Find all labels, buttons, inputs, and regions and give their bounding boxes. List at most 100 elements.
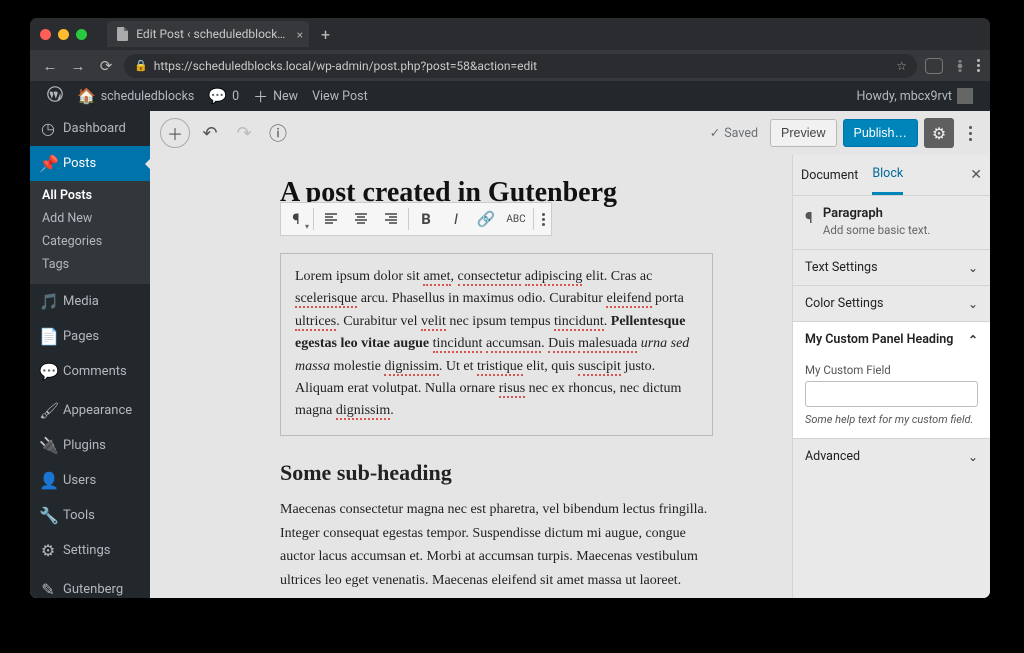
media-icon: 🎵: [39, 292, 57, 311]
back-button[interactable]: ←: [40, 57, 60, 75]
settings-icon: ⚙: [39, 541, 57, 560]
toggle-settings-button[interactable]: ⚙: [924, 118, 954, 148]
sidebar-item-label: Media: [63, 294, 99, 309]
panel-title: Advanced: [805, 449, 860, 464]
sidebar-submenu-posts: All Posts Add New Categories Tags: [30, 181, 150, 284]
sidebar-item-label: Appearance: [63, 403, 132, 418]
sidebar-subitem-tags[interactable]: Tags: [30, 253, 150, 276]
paragraph-icon: ¶: [805, 206, 813, 237]
heading-block[interactable]: Some sub-heading: [280, 460, 713, 486]
undo-button[interactable]: ↶: [196, 119, 224, 147]
forward-button[interactable]: →: [68, 57, 88, 75]
editor-topbar: ＋ ↶ ↷ ⓘ ✓ Saved Preview Publish… ⚙: [150, 111, 990, 155]
redo-button[interactable]: ↷: [230, 119, 258, 147]
align-center-button[interactable]: [346, 204, 376, 234]
dashboard-icon: ◷: [39, 119, 57, 138]
add-block-button[interactable]: ＋: [160, 118, 190, 148]
sidebar-item-tools[interactable]: 🔧Tools: [30, 498, 150, 533]
sidebar-subitem-categories[interactable]: Categories: [30, 230, 150, 253]
saved-label: Saved: [724, 126, 758, 141]
inspector-tabs: Document Block ✕: [793, 155, 990, 196]
sidebar-item-label: Gutenberg: [63, 582, 123, 597]
block-more-menu[interactable]: [536, 213, 551, 226]
panel-custom: My Custom Panel Heading ⌃ My Custom Fiel…: [793, 321, 990, 438]
sidebar-item-settings[interactable]: ⚙Settings: [30, 533, 150, 568]
block-inspector: Document Block ✕ ¶ Paragraph Add some ba…: [792, 155, 990, 598]
site-name-menu[interactable]: 🏠 scheduledblocks: [70, 81, 201, 111]
bold-button[interactable]: B: [411, 204, 441, 234]
panel-text-settings[interactable]: Text Settings ⌄: [793, 249, 990, 285]
plus-icon: ＋: [253, 86, 268, 107]
block-type-switcher[interactable]: ¶: [281, 204, 311, 234]
new-content-menu[interactable]: ＋ New: [246, 81, 305, 111]
tab-block[interactable]: Block: [872, 155, 903, 195]
extension-badge[interactable]: [925, 58, 943, 74]
panel-advanced[interactable]: Advanced ⌄: [793, 438, 990, 474]
sidebar-item-label: Users: [63, 473, 96, 488]
sidebar-item-gutenberg[interactable]: ✎Gutenberg: [30, 572, 150, 598]
view-post-label: View Post: [312, 89, 368, 104]
comments-icon: 💬: [39, 362, 57, 381]
panel-title: Color Settings: [805, 296, 883, 311]
sidebar-item-comments[interactable]: 💬Comments: [30, 354, 150, 389]
sidebar-subitem-add-new[interactable]: Add New: [30, 207, 150, 230]
chevron-down-icon: ⌄: [968, 450, 978, 464]
mac-zoom-dot[interactable]: [76, 29, 87, 40]
mac-close-dot[interactable]: [40, 29, 51, 40]
tools-icon: 🔧: [39, 506, 57, 525]
mac-window-controls[interactable]: [40, 29, 87, 40]
account-menu[interactable]: Howdy, mbcx9rvt: [849, 81, 980, 111]
align-left-button[interactable]: [316, 204, 346, 234]
close-inspector-button[interactable]: ✕: [970, 167, 982, 183]
sidebar-item-plugins[interactable]: 🔌 Plugins: [30, 428, 150, 463]
publish-button[interactable]: Publish…: [843, 119, 919, 147]
mac-minimize-dot[interactable]: [58, 29, 69, 40]
paywall-icon[interactable]: [953, 59, 967, 73]
site-name-label: scheduledblocks: [101, 89, 195, 104]
sidebar-item-users[interactable]: 👤 Users: [30, 463, 150, 498]
panel-custom-toggle[interactable]: My Custom Panel Heading ⌃: [793, 322, 990, 357]
sidebar-item-pages[interactable]: 📄Pages: [30, 319, 150, 354]
panel-color-settings[interactable]: Color Settings ⌄: [793, 285, 990, 321]
page-icon: 📄: [39, 327, 57, 346]
sidebar-item-posts[interactable]: 📌 Posts: [30, 146, 150, 181]
sidebar-item-label: Dashboard: [63, 121, 126, 136]
editor-canvas[interactable]: A post created in Gutenberg ¶: [150, 155, 790, 598]
link-button[interactable]: 🔗: [471, 204, 501, 234]
custom-field-input[interactable]: [805, 381, 978, 407]
editor-more-menu[interactable]: [960, 118, 980, 148]
chevron-up-icon: ⌃: [968, 333, 978, 347]
paragraph-block[interactable]: Maecenas consectetur magna nec est phare…: [280, 498, 713, 593]
paragraph-block[interactable]: Lorem ipsum dolor sit amet, consectetur …: [280, 253, 713, 436]
browser-menu-button[interactable]: [977, 59, 980, 72]
align-right-button[interactable]: [376, 204, 406, 234]
sidebar-subitem-all-posts[interactable]: All Posts: [30, 184, 150, 207]
sidebar-item-appearance[interactable]: 🖌 Appearance: [30, 393, 150, 428]
view-post-link[interactable]: View Post: [305, 81, 375, 111]
sidebar-item-label: Plugins: [63, 438, 106, 453]
sidebar-item-dashboard[interactable]: ◷ Dashboard: [30, 111, 150, 146]
lock-icon: 🔒: [134, 59, 148, 72]
strikethrough-button[interactable]: ABC: [501, 204, 531, 234]
comment-icon: 💬: [208, 87, 227, 105]
content-info-button[interactable]: ⓘ: [264, 119, 292, 147]
browser-window: Edit Post ‹ scheduledblocks — × + ← → ⟳ …: [30, 18, 990, 598]
close-icon[interactable]: ×: [297, 28, 303, 42]
reload-button[interactable]: ⟳: [96, 57, 116, 75]
wp-logo-menu[interactable]: [40, 81, 70, 111]
avatar: [957, 88, 973, 104]
browser-tab[interactable]: Edit Post ‹ scheduledblocks — ×: [107, 21, 309, 47]
tab-document[interactable]: Document: [801, 157, 858, 194]
brush-icon: 🖌: [39, 401, 57, 420]
comments-menu[interactable]: 💬 0: [201, 81, 246, 111]
url-input[interactable]: 🔒 https://scheduledblocks.local/wp-admin…: [124, 54, 917, 78]
sidebar-item-media[interactable]: 🎵 Media: [30, 284, 150, 319]
wp-admin-toolbar: 🏠 scheduledblocks 💬 0 ＋ New View Post Ho…: [30, 81, 990, 111]
plugin-icon: 🔌: [39, 436, 57, 455]
preview-button[interactable]: Preview: [770, 119, 836, 147]
italic-button[interactable]: I: [441, 204, 471, 234]
new-tab-button[interactable]: +: [315, 25, 336, 44]
users-icon: 👤: [39, 471, 57, 490]
field-label: My Custom Field: [805, 363, 978, 377]
bookmark-icon[interactable]: ☆: [896, 59, 907, 73]
